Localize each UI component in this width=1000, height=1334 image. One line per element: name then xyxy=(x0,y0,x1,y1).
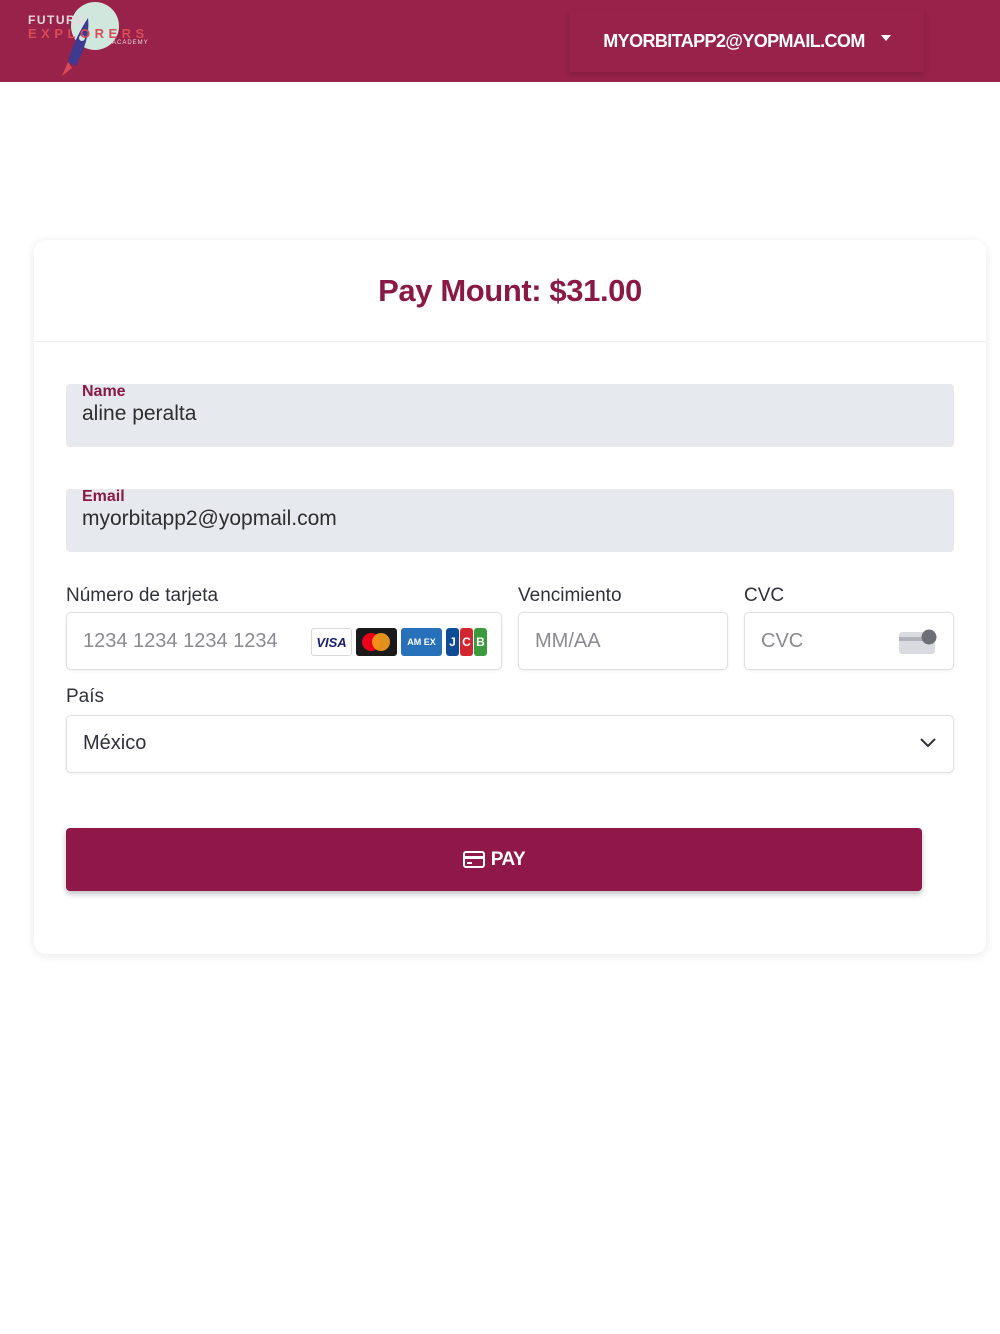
visa-icon: VISA xyxy=(311,628,352,656)
card-number-label: Número de tarjeta xyxy=(66,585,219,606)
cvc-input[interactable] xyxy=(761,613,891,669)
pay-button-label: PAY xyxy=(490,848,526,870)
expiry-label: Vencimiento xyxy=(518,585,622,606)
caret-down-icon xyxy=(880,35,891,41)
country-selected-value: México xyxy=(83,732,147,754)
user-menu-dropdown[interactable]: MYORBITAPP2@YOPMAIL.COM xyxy=(570,10,924,72)
email-input[interactable] xyxy=(82,507,932,531)
card-number-input[interactable] xyxy=(83,613,303,669)
card-number-field[interactable]: VISA AM EX JCB xyxy=(66,612,502,670)
email-label: Email xyxy=(82,488,125,505)
payment-card-header: Pay Mount: $31.00 xyxy=(34,240,986,342)
card-brands: VISA AM EX JCB xyxy=(311,628,487,656)
expiry-field[interactable] xyxy=(518,612,728,670)
email-field[interactable]: Email xyxy=(66,488,954,552)
amex-icon: AM EX xyxy=(401,628,442,656)
credit-card-icon xyxy=(462,851,485,868)
chevron-down-icon xyxy=(920,738,936,748)
pay-button[interactable]: PAY xyxy=(66,828,922,891)
user-menu-label: MYORBITAPP2@YOPMAIL.COM xyxy=(603,30,865,51)
country-select[interactable]: México xyxy=(66,715,954,773)
payment-title: Pay Mount: $31.00 xyxy=(378,272,642,308)
payment-card: Pay Mount: $31.00 Name Email Número de t… xyxy=(34,240,986,954)
cvc-label: CVC xyxy=(744,585,785,606)
cvc-field[interactable] xyxy=(744,612,954,670)
top-navbar: FUTURE EXPLORERS ACADEMY MYORBITAPP2@YOP… xyxy=(0,0,1000,82)
name-input[interactable] xyxy=(82,402,932,426)
logo-text-future: FUTURE xyxy=(28,13,86,27)
expiry-input[interactable] xyxy=(535,613,715,669)
future-explorers-logo[interactable]: FUTURE EXPLORERS ACADEMY xyxy=(26,2,156,78)
jcb-icon: JCB xyxy=(446,628,487,656)
name-label: Name xyxy=(82,383,126,400)
name-field[interactable]: Name xyxy=(66,383,954,447)
logo-text-explorers: EXPLORERS xyxy=(28,26,149,41)
country-label: País xyxy=(66,686,105,707)
mastercard-icon xyxy=(356,628,397,656)
cvc-card-icon xyxy=(899,629,937,654)
logo-text-academy: ACADEMY xyxy=(112,40,149,46)
